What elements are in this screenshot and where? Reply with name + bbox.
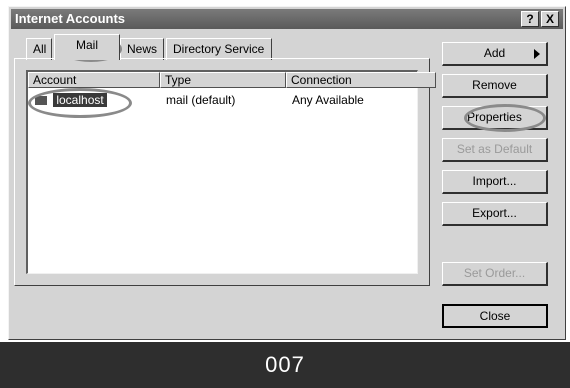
tab-mail[interactable]: Mail [54, 34, 120, 60]
close-window-button[interactable]: X [541, 11, 559, 27]
export-button[interactable]: Export... [442, 202, 548, 226]
window-title: Internet Accounts [15, 11, 126, 26]
properties-button[interactable]: Properties [442, 106, 548, 130]
remove-button[interactable]: Remove [442, 74, 548, 98]
add-button[interactable]: Add [442, 42, 548, 66]
column-header-type[interactable]: Type [160, 72, 286, 88]
title-bar: Internet Accounts ? X [11, 9, 563, 29]
type-cell: mail (default) [166, 93, 236, 107]
import-button[interactable]: Import... [442, 170, 548, 194]
caption-text: 007 [265, 352, 305, 377]
table-row[interactable]: localhost [34, 92, 107, 108]
add-button-label: Add [483, 46, 506, 60]
submenu-arrow-icon [534, 49, 540, 59]
tab-directory-service[interactable]: Directory Service [166, 38, 272, 60]
mail-account-icon [34, 95, 48, 107]
connection-cell: Any Available [292, 93, 364, 107]
screenshot-frame: Internet Accounts ? X All Mail News Dire… [0, 0, 570, 388]
caption-bar: 007 [0, 342, 570, 388]
set-order-button[interactable]: Set Order... [442, 262, 548, 286]
tab-all[interactable]: All [26, 38, 52, 60]
tab-news[interactable]: News [120, 38, 164, 60]
set-as-default-button[interactable]: Set as Default [442, 138, 548, 162]
column-header-connection[interactable]: Connection [286, 72, 436, 88]
account-cell-localhost[interactable]: localhost [53, 93, 107, 107]
help-button[interactable]: ? [521, 11, 539, 27]
column-header-account[interactable]: Account [28, 72, 160, 88]
accounts-list[interactable]: Account Type Connection localhost mail (… [26, 70, 436, 274]
close-button[interactable]: Close [442, 304, 548, 328]
